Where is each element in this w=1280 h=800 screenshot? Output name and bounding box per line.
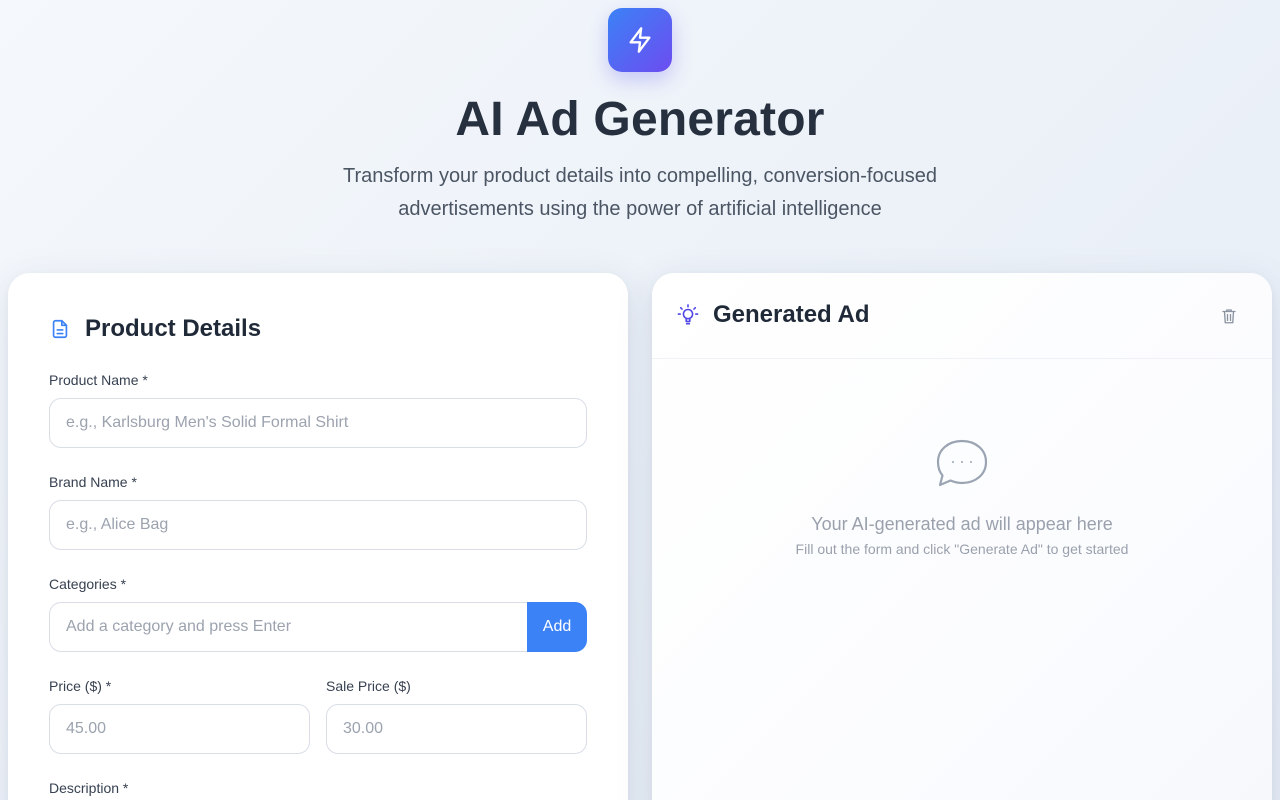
product-name-label: Product Name * <box>49 372 148 388</box>
description-label: Description * <box>49 780 129 796</box>
sale-price-label: Sale Price ($) <box>326 678 411 694</box>
clear-output-button[interactable] <box>1219 306 1239 326</box>
brand-name-input[interactable]: e.g., Alice Bag <box>49 500 587 550</box>
categories-label: Categories * <box>49 576 127 592</box>
empty-state-title: Your AI-generated ad will appear here <box>811 514 1113 534</box>
empty-state-hint: Fill out the form and click "Generate Ad… <box>795 541 1129 557</box>
product-name-input[interactable]: e.g., Karlsburg Men's Solid Formal Shirt <box>49 398 587 448</box>
page-subtitle: Transform your product details into comp… <box>343 165 937 220</box>
page-title: AI Ad Generator <box>455 93 825 146</box>
category-input[interactable]: Add a category and press Enter <box>49 602 527 652</box>
product-details-header: Product Details <box>49 315 261 343</box>
generated-ad-header: Generated Ad <box>652 273 1272 359</box>
product-details-title: Product Details <box>85 315 262 342</box>
lightbulb-icon <box>677 304 699 325</box>
brand-name-label: Brand Name * <box>49 474 137 490</box>
generated-ad-card: Generated Ad Your AI-generated ad will a… <box>652 273 1272 800</box>
add-category-button[interactable]: Add <box>527 602 587 652</box>
generated-ad-title: Generated Ad <box>713 301 870 328</box>
document-icon <box>52 319 68 339</box>
price-label: Price ($) * <box>49 678 112 694</box>
app-logo <box>608 8 672 72</box>
chat-bubble-icon <box>936 439 988 487</box>
lightning-bolt-icon <box>629 27 651 53</box>
sale-price-input[interactable]: 30.00 <box>326 704 587 754</box>
price-input[interactable]: 45.00 <box>49 704 310 754</box>
product-details-card: Product Details Product Name * e.g., Kar… <box>8 273 628 800</box>
trash-icon <box>1222 309 1236 324</box>
